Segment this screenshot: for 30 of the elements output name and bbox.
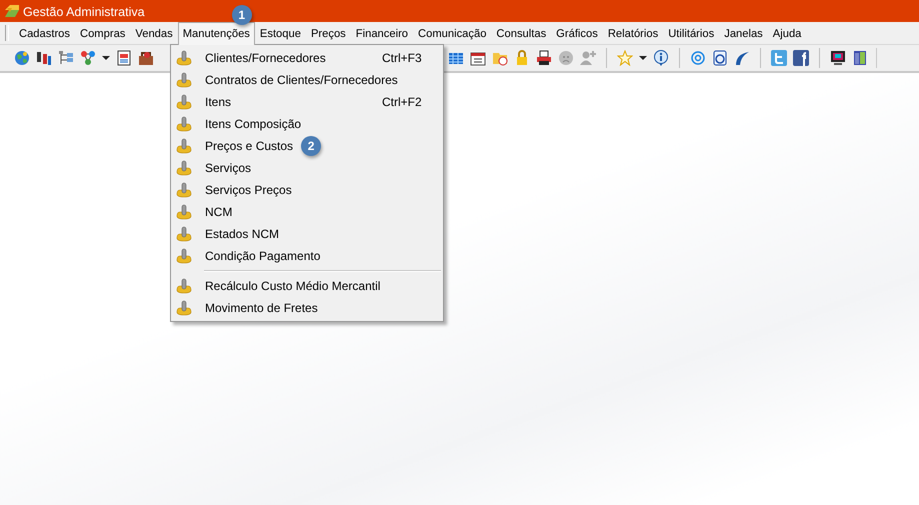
menu-item[interactable]: Estoque	[254, 22, 306, 45]
menu-entry[interactable]: Itens Ctrl+F2	[171, 91, 443, 113]
shortcut-label: Ctrl+F3	[382, 51, 422, 65]
step-badge: 2	[301, 136, 322, 156]
menu-entry[interactable]: Estados NCM	[171, 223, 443, 245]
menu-item[interactable]: Preços	[306, 22, 351, 45]
menu-item[interactable]: Janelas	[719, 22, 768, 45]
shortcut-label: Ctrl+F2	[382, 95, 422, 109]
menu-item[interactable]: Compras	[75, 22, 130, 45]
menu-entry[interactable]: Contratos de Clientes/Fornecedores	[171, 69, 443, 91]
menu-item[interactable]: Manutenções	[178, 22, 255, 45]
menu-item[interactable]: Consultas	[491, 22, 552, 45]
menu-entry[interactable]: NCM	[171, 201, 443, 223]
menu-item[interactable]: Financeiro	[350, 22, 414, 45]
menu-entry[interactable]: Serviços	[171, 157, 443, 179]
menu-item[interactable]: Cadastros	[14, 22, 75, 45]
menu-entry[interactable]: Itens Composição	[171, 113, 443, 135]
menu-entry[interactable]: Serviços Preços	[171, 179, 443, 201]
menu-item[interactable]: Utilitários	[663, 22, 720, 45]
menu-item[interactable]: Ajuda	[768, 22, 806, 45]
menu-entry[interactable]: Recálculo Custo Médio Mercantil	[171, 275, 443, 297]
menu-entry[interactable]: Condição Pagamento	[171, 245, 443, 267]
menu-item[interactable]: Gráficos	[551, 22, 603, 45]
menu-entry[interactable]: Movimento de Fretes	[171, 297, 443, 319]
menu-item[interactable]: Relatórios	[602, 22, 664, 45]
menu-item[interactable]: Vendas	[130, 22, 178, 45]
window-title: Gestão Administrativa	[23, 4, 145, 18]
menu-item[interactable]: Comunicação	[413, 22, 492, 45]
menu-entry[interactable]: Clientes/Fornecedores Ctrl+F3	[171, 47, 443, 69]
menu-entry[interactable]: Preços e Custos 2	[171, 135, 443, 157]
